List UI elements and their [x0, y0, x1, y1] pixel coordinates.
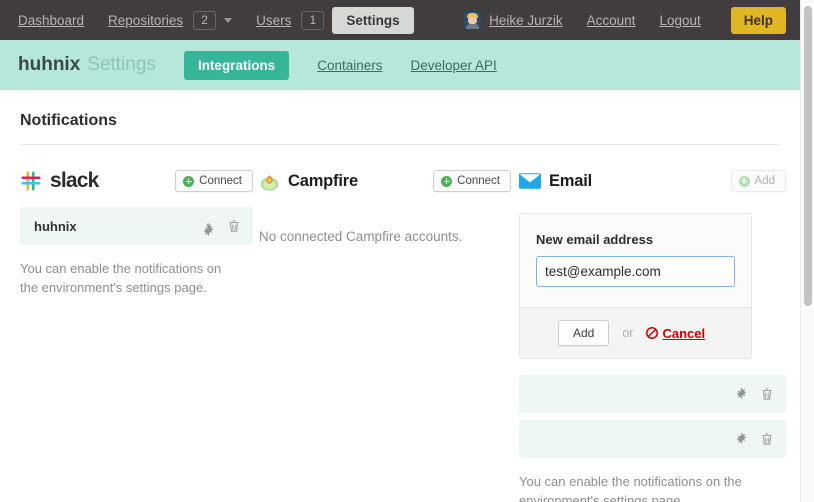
nav-link-dashboard[interactable]: Dashboard [18, 13, 84, 28]
campfire-empty-message: No connected Campfire accounts. [259, 229, 463, 244]
integration-card-email: Email Add New email address Add or [511, 145, 786, 502]
email-service-name: Email [549, 171, 593, 190]
app-window: Dashboard Repositories 2 Users 1 Setting… [0, 0, 814, 502]
sub-navigation-bar: huhnix Settings Integrations Containers … [0, 40, 800, 90]
page-title: Notifications [20, 112, 117, 129]
list-item[interactable]: huhnix [20, 207, 253, 245]
help-button[interactable]: Help [730, 6, 786, 34]
integration-card-slack: slack Connect huhnix You can enable the … [0, 145, 253, 502]
top-nav-left-group: Dashboard Repositories 2 Users 1 Setting… [0, 6, 414, 34]
slack-header: slack Connect [20, 145, 253, 207]
campfire-connect-label: Connect [457, 175, 500, 187]
plus-circle-icon [738, 175, 750, 187]
top-navigation-bar: Dashboard Repositories 2 Users 1 Setting… [0, 0, 800, 40]
gear-icon[interactable] [735, 432, 748, 446]
integrations-columns: slack Connect huhnix You can enable the … [0, 145, 800, 502]
cancel-link[interactable]: Cancel [646, 326, 705, 341]
chevron-down-icon[interactable] [224, 17, 233, 23]
nav-link-users[interactable]: Users [256, 13, 291, 28]
scrollbar-thumb[interactable] [804, 6, 812, 306]
gear-icon[interactable] [735, 387, 748, 401]
row-actions [735, 387, 774, 401]
or-separator-label: or [622, 326, 634, 340]
brand-section-label: Settings [87, 54, 156, 75]
trash-icon[interactable] [228, 219, 241, 233]
no-entry-icon [646, 327, 659, 339]
slack-connect-button[interactable]: Connect [175, 170, 253, 192]
slack-logo-icon [20, 170, 42, 192]
page-content: Notifications slack Connect huhnix You c… [0, 90, 800, 502]
trash-icon[interactable] [761, 387, 774, 401]
new-email-label: New email address [536, 232, 654, 247]
nav-link-user-name[interactable]: Heike Jurzik [489, 13, 563, 28]
envelope-icon [519, 173, 541, 189]
brand-name: huhnix [18, 54, 81, 75]
plus-circle-icon [441, 175, 453, 187]
slack-service-name: slack [50, 169, 99, 192]
email-input[interactable] [536, 256, 735, 287]
new-email-form: New email address Add or [519, 213, 752, 359]
users-count-badge: 1 [301, 10, 325, 30]
tab-settings[interactable]: Settings [332, 6, 414, 34]
list-item[interactable] [519, 420, 786, 458]
vertical-scrollbar[interactable] [800, 0, 814, 502]
campfire-header: Campfire Connect [259, 145, 511, 207]
email-header: Email Add [519, 145, 786, 207]
cancel-label: Cancel [662, 325, 706, 341]
gear-icon[interactable] [202, 219, 215, 236]
row-actions [735, 432, 774, 446]
slack-account-name: huhnix [34, 218, 77, 234]
nav-link-repositories[interactable]: Repositories [108, 13, 183, 28]
email-note: You can enable the notifications on the … [519, 474, 742, 502]
trash-icon[interactable] [761, 432, 774, 446]
list-item[interactable] [519, 375, 786, 413]
email-add-button[interactable]: Add [730, 170, 786, 192]
submit-add-email-button[interactable]: Add [558, 320, 610, 346]
tab-developer-api[interactable]: Developer API [411, 58, 497, 73]
new-email-form-body: New email address [520, 214, 751, 307]
integration-card-campfire: Campfire Connect No connected Campfire a… [253, 145, 511, 502]
tab-containers[interactable]: Containers [317, 58, 382, 73]
email-add-label: Add [754, 175, 775, 187]
campfire-service-name: Campfire [288, 171, 358, 190]
avatar [464, 11, 482, 29]
new-email-form-actions: Add or Cancel [520, 307, 751, 358]
nav-link-logout[interactable]: Logout [659, 13, 700, 28]
repositories-count-badge: 2 [193, 10, 217, 30]
nav-link-account[interactable]: Account [587, 13, 636, 28]
slack-note: You can enable the notifications on the … [20, 261, 222, 295]
top-nav-right-group: Heike Jurzik Account Logout Help [464, 6, 800, 34]
tab-integrations[interactable]: Integrations [183, 50, 290, 80]
campfire-logo-icon [259, 171, 280, 192]
campfire-connect-button[interactable]: Connect [433, 170, 511, 192]
slack-connect-label: Connect [199, 175, 242, 187]
plus-circle-icon [183, 175, 195, 187]
row-actions [202, 219, 241, 236]
